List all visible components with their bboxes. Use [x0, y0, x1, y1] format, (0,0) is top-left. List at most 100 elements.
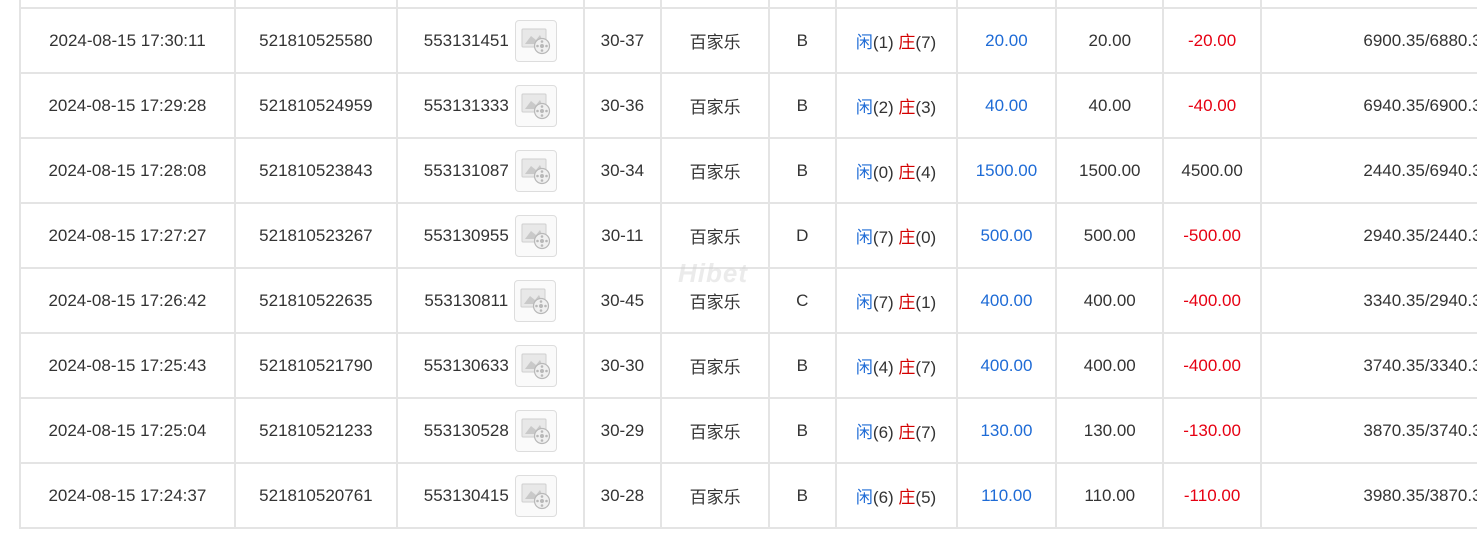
banker-label: 庄 [898, 423, 916, 442]
round-cell: 553130528 [396, 397, 585, 464]
top-border-stub [1259, 0, 1262, 7]
bet-type-cell: B [768, 397, 837, 464]
round-id: 553130633 [423, 355, 509, 375]
table-row: 2024-08-15 17:25:43 521810521790 5531306… [19, 332, 1477, 399]
round-cell: 553130415 [396, 462, 585, 529]
player-score: (7) [872, 228, 894, 247]
replay-button[interactable] [514, 84, 557, 127]
video-replay-icon [521, 158, 550, 184]
bet-time-cell: 2024-08-15 17:30:11 [19, 7, 236, 74]
top-border-stub [1162, 0, 1165, 7]
bet-amount: 110.00 [981, 485, 1032, 505]
table-no-cell: 30-34 [582, 137, 663, 204]
order-id-cell: 521810524959 [233, 72, 399, 139]
bet-time-cell: 2024-08-15 17:25:04 [19, 397, 236, 464]
game-cell: 百家乐 [660, 267, 771, 334]
order-id: 521810524959 [259, 95, 373, 115]
bet-type-cell: B [768, 462, 837, 529]
bet-type-cell: B [768, 137, 837, 204]
banker-score: (7) [915, 358, 937, 377]
balance: 3340.35/2940.35 [1363, 290, 1477, 310]
result-cell: 闲(6) 庄(5) [834, 462, 958, 529]
round-id: 553131451 [423, 30, 509, 50]
top-border-stub [955, 0, 958, 7]
win-loss-cell: -500.00 [1162, 202, 1262, 269]
bet-history-body: 2024-08-15 17:30:11 521810525580 5531314… [19, 7, 1477, 529]
replay-button[interactable] [514, 214, 557, 257]
valid-bet: 500.00 [1083, 225, 1136, 245]
table-row: 2024-08-15 17:28:08 521810523843 5531310… [19, 137, 1477, 204]
player-label: 闲 [855, 98, 873, 117]
game-name: 百家乐 [689, 228, 741, 247]
table-row: 2024-08-15 17:30:11 521810525580 5531314… [19, 7, 1477, 74]
bet-amount-cell: 400.00 [955, 332, 1058, 399]
bet-time-cell: 2024-08-15 17:25:43 [19, 332, 236, 399]
bet-type: B [796, 95, 808, 115]
valid-bet: 400.00 [1083, 355, 1136, 375]
win-loss-cell: 4500.00 [1162, 137, 1262, 204]
result-cell: 闲(0) 庄(4) [834, 137, 958, 204]
game-name: 百家乐 [689, 358, 741, 377]
order-id-cell: 521810525580 [233, 7, 399, 74]
replay-button[interactable] [514, 149, 557, 192]
replay-button[interactable] [514, 409, 557, 452]
bet-type: B [796, 420, 808, 440]
bet-amount-cell: 1500.00 [955, 137, 1058, 204]
top-border-stub [1055, 0, 1058, 7]
round-id: 553131087 [423, 160, 509, 180]
bet-type: B [796, 30, 808, 50]
bet-amount: 1500.00 [975, 160, 1038, 180]
player-label: 闲 [855, 423, 873, 442]
game-name: 百家乐 [689, 293, 741, 312]
order-id-cell: 521810520761 [233, 462, 399, 529]
balance-cell: 3870.35/3740.35 [1259, 397, 1477, 464]
win-loss: -400.00 [1183, 290, 1241, 310]
result-cell: 闲(4) 庄(7) [834, 332, 958, 399]
table-row: 2024-08-15 17:27:27 521810523267 5531309… [19, 202, 1477, 269]
bet-amount: 130.00 [980, 420, 1033, 440]
banker-label: 庄 [898, 33, 916, 52]
valid-bet-cell: 500.00 [1055, 202, 1165, 269]
replay-button[interactable] [514, 279, 557, 322]
player-label: 闲 [855, 163, 873, 182]
replay-button[interactable] [514, 344, 557, 387]
round-cell: 553131087 [396, 137, 585, 204]
table-no: 30-34 [600, 160, 645, 180]
balance: 3740.35/3340.35 [1363, 355, 1477, 375]
table-no-cell: 30-29 [582, 397, 663, 464]
banker-score: (5) [915, 488, 937, 507]
win-loss: 4500.00 [1181, 160, 1243, 180]
valid-bet: 40.00 [1088, 95, 1132, 115]
valid-bet: 1500.00 [1079, 160, 1141, 180]
player-score: (2) [872, 98, 894, 117]
balance: 2940.35/2440.35 [1363, 225, 1477, 245]
replay-button[interactable] [514, 19, 557, 62]
order-id: 521810521233 [259, 420, 373, 440]
bet-type: B [796, 485, 808, 505]
table-row: 2024-08-15 17:26:42 521810522635 5531308… [19, 267, 1477, 334]
round-id: 553130528 [423, 420, 509, 440]
bet-amount-cell: 400.00 [955, 267, 1058, 334]
balance: 6940.35/6900.35 [1363, 95, 1477, 115]
result-cell: 闲(7) 庄(1) [834, 267, 958, 334]
video-replay-icon [521, 223, 550, 249]
valid-bet-cell: 40.00 [1055, 72, 1165, 139]
balance-cell: 6940.35/6900.35 [1259, 72, 1477, 139]
win-loss-cell: -400.00 [1162, 267, 1262, 334]
round-cell: 553130633 [396, 332, 585, 399]
player-label: 闲 [855, 33, 873, 52]
game-cell: 百家乐 [660, 72, 771, 139]
player-score: (6) [872, 488, 894, 507]
bet-amount: 400.00 [980, 355, 1033, 375]
balance-cell: 3740.35/3340.35 [1259, 332, 1477, 399]
win-loss: -500.00 [1183, 225, 1241, 245]
round-id: 553130955 [423, 225, 509, 245]
player-label: 闲 [855, 293, 873, 312]
top-border-stub [233, 0, 236, 7]
top-border-stub [396, 0, 399, 7]
valid-bet-cell: 1500.00 [1055, 137, 1165, 204]
replay-button[interactable] [514, 474, 557, 517]
table-no-cell: 30-36 [582, 72, 663, 139]
order-id: 521810523267 [259, 225, 373, 245]
bet-amount-cell: 20.00 [955, 7, 1058, 74]
